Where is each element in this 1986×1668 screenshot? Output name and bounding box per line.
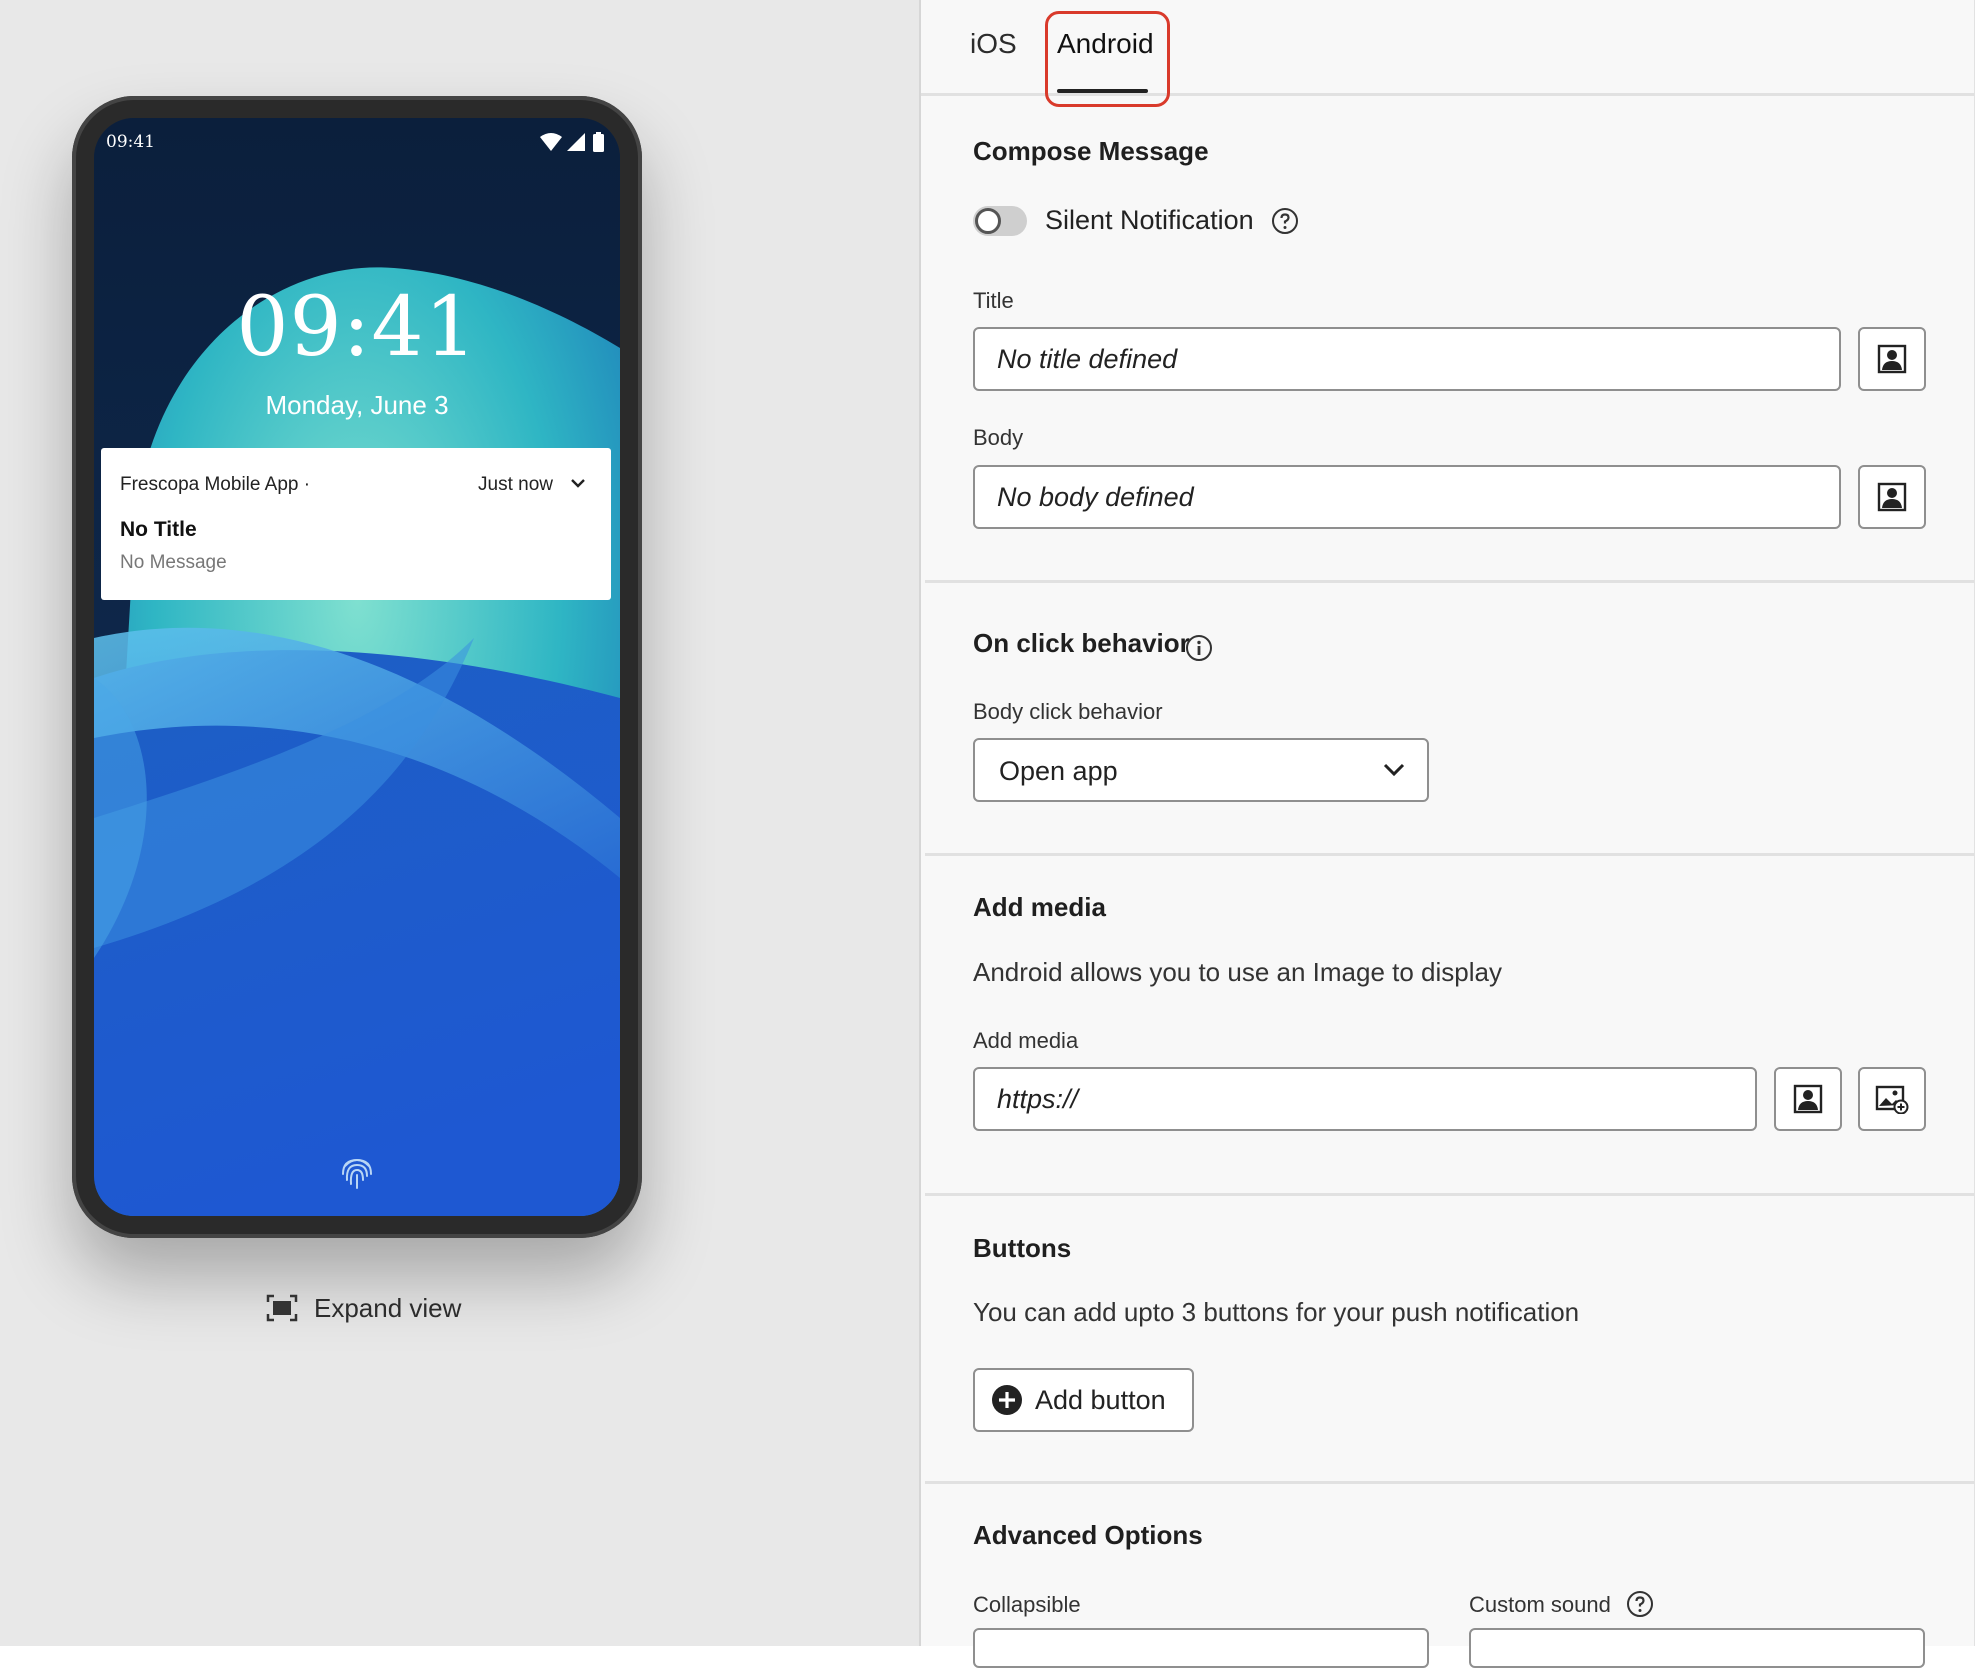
fingerprint-icon: [342, 1158, 372, 1189]
on-click-behavior-heading: On click behavior: [973, 628, 1190, 658]
status-time: 09:41: [106, 132, 155, 152]
custom-sound-label: Custom sound: [1469, 1592, 1611, 1617]
notification-card: Frescopa Mobile App · Just now No Title …: [101, 448, 611, 600]
silent-notification-toggle[interactable]: [973, 206, 1027, 236]
lock-screen-clock: 09:41: [236, 280, 478, 375]
wifi-icon: [540, 133, 563, 151]
cellular-signal-icon: [566, 133, 585, 151]
chevron-down-icon[interactable]: [571, 478, 585, 488]
add-media-heading: Add media: [973, 892, 1106, 922]
expand-icon: [266, 1294, 298, 1322]
select-value: Open app: [999, 756, 1118, 786]
platform-tabs: iOS Android: [921, 0, 1976, 107]
personalization-icon: [1877, 482, 1907, 512]
add-image-icon: [1875, 1085, 1909, 1114]
section-divider: [925, 1193, 1976, 1196]
status-icons: [540, 132, 604, 152]
status-bar: 09:41: [94, 118, 620, 168]
title-input[interactable]: No title defined: [973, 327, 1841, 391]
notification-app-name: Frescopa Mobile App ·: [120, 474, 311, 495]
add-button-label: Add button: [1035, 1384, 1166, 1415]
add-circle-icon: [992, 1385, 1022, 1415]
body-personalization-button[interactable]: [1858, 465, 1926, 529]
info-icon[interactable]: [1185, 634, 1213, 662]
silent-notification-label: Silent Notification: [1045, 205, 1254, 235]
personalization-icon: [1793, 1084, 1823, 1114]
collapsible-label: Collapsible: [973, 1592, 1081, 1617]
notification-title: No Title: [120, 518, 197, 541]
preview-pane: 09:41 09:41 Monday, June 3 Frescopa Mobi…: [0, 0, 919, 1646]
custom-sound-input[interactable]: [1469, 1628, 1925, 1668]
media-personalization-button[interactable]: [1774, 1067, 1842, 1131]
add-image-button[interactable]: [1858, 1067, 1926, 1131]
window-edge: [1974, 0, 1986, 1646]
toggle-knob: [975, 208, 1001, 234]
section-divider: [925, 580, 1976, 583]
help-icon[interactable]: [1271, 207, 1299, 235]
lock-screen-date: Monday, June 3: [265, 390, 449, 420]
body-input[interactable]: No body defined: [973, 465, 1841, 529]
add-media-description: Android allows you to use an Image to di…: [973, 957, 1502, 987]
advanced-options-heading: Advanced Options: [973, 1520, 1203, 1550]
buttons-heading: Buttons: [973, 1233, 1072, 1263]
chevron-down-icon: [1383, 763, 1405, 777]
add-media-label: Add media: [973, 1028, 1079, 1053]
title-personalization-button[interactable]: [1858, 327, 1926, 391]
tab-highlight-annotation: [1045, 11, 1170, 107]
phone-screen: 09:41 09:41 Monday, June 3 Frescopa Mobi…: [94, 118, 620, 1216]
title-label: Title: [973, 288, 1014, 313]
settings-pane: iOS Android Compose Message Silent Notif…: [919, 0, 1976, 1668]
section-divider: [925, 853, 1976, 856]
media-url-input[interactable]: https://: [973, 1067, 1757, 1131]
expand-view-label: Expand view: [314, 1292, 462, 1323]
buttons-description: You can add upto 3 buttons for your push…: [973, 1297, 1580, 1327]
tab-ios[interactable]: iOS: [970, 28, 1017, 60]
notification-time: Just now: [478, 474, 553, 495]
add-button[interactable]: Add button: [973, 1368, 1194, 1432]
battery-icon: [593, 132, 604, 152]
collapsible-select[interactable]: [973, 1628, 1429, 1668]
notification-message: No Message: [120, 552, 227, 573]
expand-view-button[interactable]: Expand view: [266, 1288, 461, 1328]
body-click-behavior-label: Body click behavior: [973, 699, 1163, 724]
personalization-icon: [1877, 344, 1907, 374]
section-divider: [925, 1481, 1976, 1484]
body-label: Body: [973, 425, 1024, 450]
help-icon[interactable]: [1626, 1590, 1654, 1618]
body-click-behavior-select[interactable]: Open app: [973, 738, 1429, 802]
compose-message-heading: Compose Message: [973, 136, 1209, 166]
